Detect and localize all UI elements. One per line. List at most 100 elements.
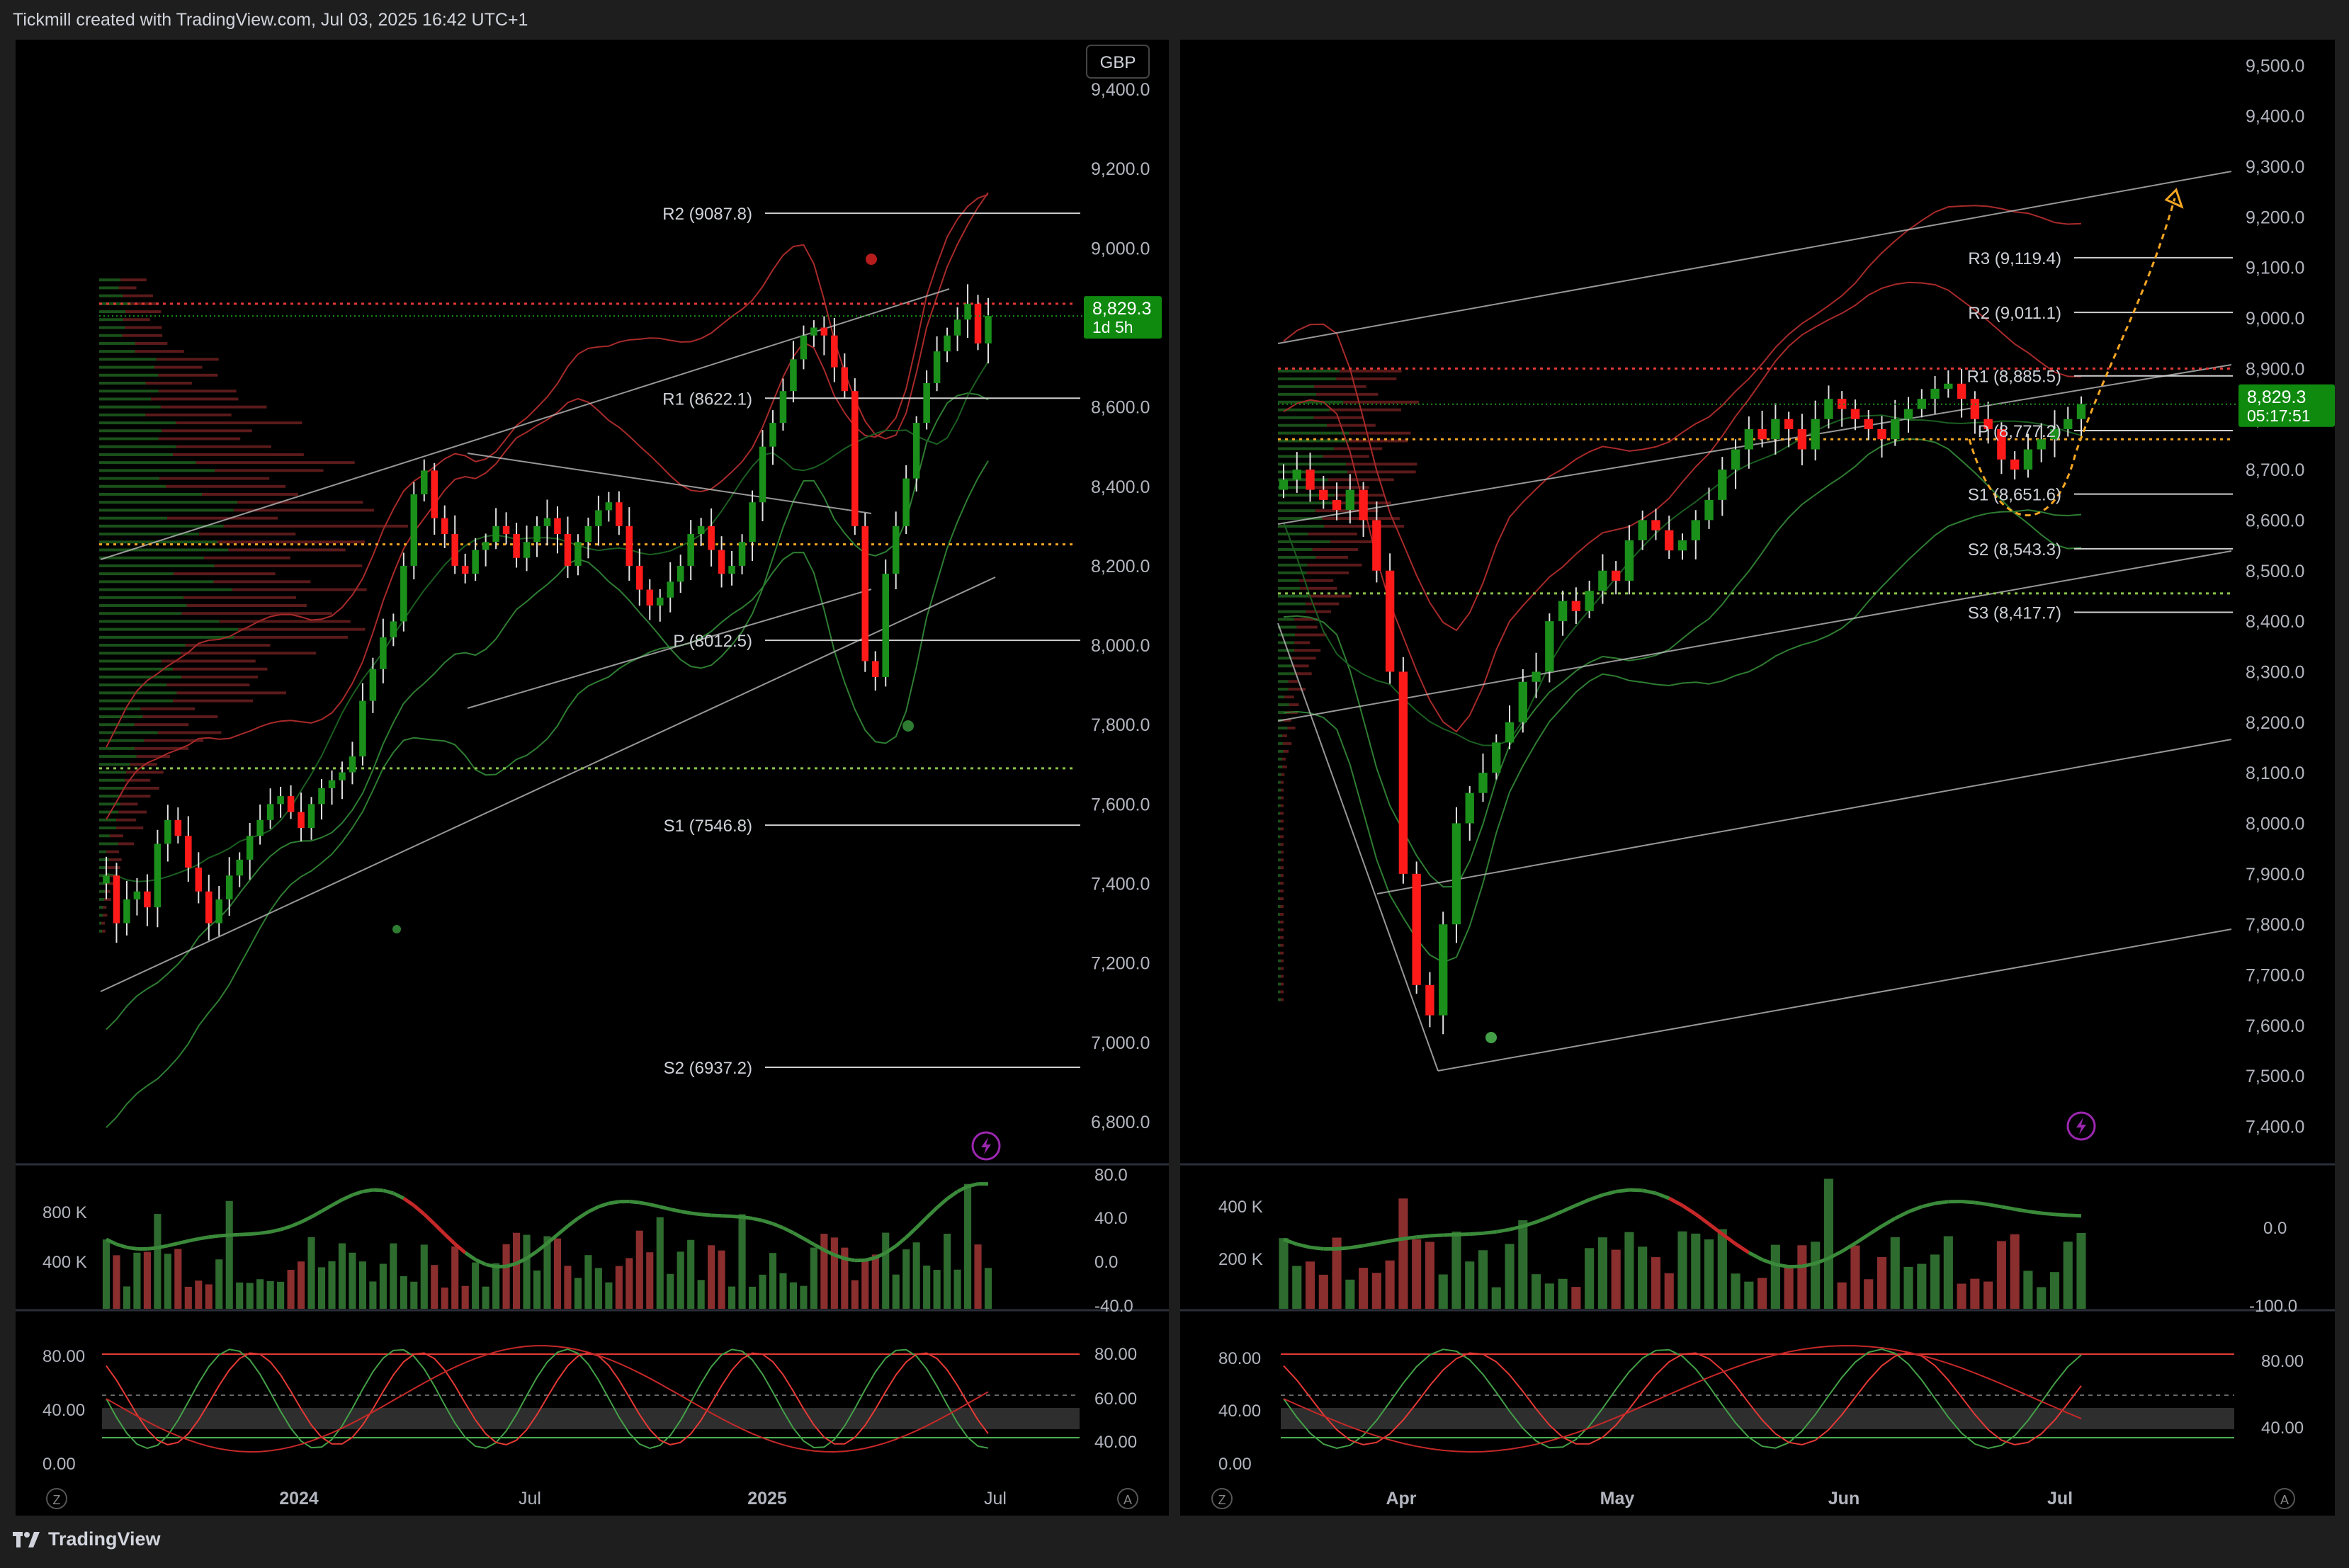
- volume-bar-up[interactable]: [1691, 1233, 1701, 1309]
- volume-bar-down[interactable]: [1611, 1249, 1621, 1309]
- volume-bar-up[interactable]: [1890, 1237, 1900, 1309]
- volume-bar-up[interactable]: [759, 1274, 766, 1309]
- volume-bar-up[interactable]: [1770, 1244, 1780, 1309]
- volume-bar-up[interactable]: [1943, 1236, 1953, 1309]
- candle-up[interactable]: [123, 899, 130, 924]
- volume-bar-down[interactable]: [184, 1286, 192, 1309]
- candle-down[interactable]: [1877, 428, 1886, 440]
- volume-bar-up[interactable]: [687, 1239, 695, 1309]
- volume-bar-up[interactable]: [533, 1270, 541, 1309]
- candle-up[interactable]: [421, 470, 428, 494]
- candle-down[interactable]: [851, 391, 859, 526]
- volume-bar-down[interactable]: [1412, 1239, 1422, 1309]
- candle-down[interactable]: [1306, 470, 1315, 490]
- volume-bar-down[interactable]: [1970, 1278, 1980, 1309]
- volume-bar-up[interactable]: [2049, 1272, 2060, 1309]
- volume-bar-down[interactable]: [195, 1280, 203, 1309]
- candle-down[interactable]: [441, 518, 448, 535]
- volume-bar-up[interactable]: [215, 1259, 223, 1309]
- volume-bar-down[interactable]: [174, 1249, 182, 1309]
- candle-down[interactable]: [461, 565, 469, 574]
- volume-bar-up[interactable]: [882, 1232, 890, 1309]
- candle-down[interactable]: [708, 525, 715, 550]
- volume-bar-down[interactable]: [1837, 1282, 1847, 1309]
- candle-up[interactable]: [2023, 449, 2033, 470]
- volume-bar-up[interactable]: [369, 1281, 377, 1309]
- candle-up[interactable]: [1677, 540, 1687, 551]
- candle-down[interactable]: [1757, 428, 1767, 440]
- volume-bar-down[interactable]: [1664, 1273, 1674, 1309]
- volume-bar-down[interactable]: [820, 1234, 828, 1309]
- volume-bar-up[interactable]: [410, 1281, 418, 1309]
- volume-bar-up[interactable]: [769, 1253, 777, 1309]
- volume-bar-up[interactable]: [338, 1243, 346, 1309]
- volume-bar-down[interactable]: [513, 1232, 521, 1309]
- candle-up[interactable]: [779, 391, 787, 424]
- volume-bar-up[interactable]: [2023, 1271, 2033, 1309]
- candle-up[interactable]: [677, 565, 684, 582]
- candle-up[interactable]: [328, 780, 336, 788]
- candle-down[interactable]: [1372, 520, 1381, 571]
- candle-down[interactable]: [841, 367, 849, 392]
- volume-bar-down[interactable]: [441, 1287, 448, 1309]
- candle-down[interactable]: [861, 525, 869, 661]
- candle-up[interactable]: [154, 843, 162, 908]
- volume-bar-up[interactable]: [1491, 1287, 1501, 1309]
- candle-up[interactable]: [1545, 621, 1554, 672]
- volume-bar-down[interactable]: [1864, 1279, 1874, 1309]
- candle-up[interactable]: [1903, 409, 1913, 419]
- candle-up[interactable]: [256, 819, 264, 836]
- candle-down[interactable]: [1784, 419, 1794, 429]
- volume-bar-down[interactable]: [564, 1266, 572, 1309]
- candle-up[interactable]: [1704, 499, 1714, 521]
- candle-up[interactable]: [1811, 419, 1820, 450]
- volume-bar-up[interactable]: [1744, 1281, 1754, 1309]
- volume-bar-down[interactable]: [861, 1259, 869, 1309]
- volume-bar-down[interactable]: [1850, 1245, 1860, 1309]
- tradingview-logo[interactable]: TradingView: [13, 1528, 161, 1550]
- candle-down[interactable]: [1970, 399, 1980, 419]
- candle-up[interactable]: [656, 597, 664, 606]
- candle-up[interactable]: [266, 804, 274, 820]
- volume-bar-up[interactable]: [266, 1280, 274, 1309]
- volume-bar-up[interactable]: [328, 1261, 336, 1309]
- candle-down[interactable]: [298, 812, 305, 828]
- candle-up[interactable]: [667, 581, 674, 598]
- candle-up[interactable]: [923, 383, 930, 424]
- candle-up[interactable]: [103, 875, 110, 884]
- volume-bar-up[interactable]: [1531, 1274, 1541, 1309]
- candle-down[interactable]: [431, 470, 438, 518]
- volume-bar-up[interactable]: [400, 1276, 407, 1309]
- candle-down[interactable]: [820, 327, 828, 336]
- candle-down[interactable]: [195, 868, 203, 892]
- candle-down[interactable]: [1398, 671, 1408, 874]
- volume-bar-down[interactable]: [718, 1250, 725, 1309]
- candle-up[interactable]: [697, 525, 705, 535]
- volume-bar-down[interactable]: [1425, 1242, 1435, 1309]
- volume-bar-down[interactable]: [646, 1252, 654, 1309]
- volume-bar-down[interactable]: [297, 1261, 305, 1309]
- volume-bar-up[interactable]: [379, 1263, 387, 1309]
- candle-down[interactable]: [185, 836, 192, 868]
- volume-bar-up[interactable]: [492, 1263, 500, 1309]
- volume-bar-up[interactable]: [390, 1243, 397, 1309]
- candle-up[interactable]: [246, 836, 254, 860]
- candle-up[interactable]: [1731, 449, 1740, 470]
- candle-up[interactable]: [1824, 399, 1833, 419]
- candle-up[interactable]: [800, 335, 808, 360]
- candle-up[interactable]: [892, 525, 900, 574]
- volume-bar-up[interactable]: [1677, 1231, 1687, 1309]
- candle-down[interactable]: [205, 891, 213, 924]
- volume-bar-up[interactable]: [164, 1254, 171, 1309]
- volume-bar-down[interactable]: [1996, 1241, 2006, 1309]
- candle-up[interactable]: [1505, 722, 1515, 743]
- candle-down[interactable]: [513, 534, 520, 558]
- candle-down[interactable]: [287, 796, 295, 812]
- candle-down[interactable]: [1651, 520, 1660, 530]
- volume-bar-down[interactable]: [1571, 1287, 1581, 1309]
- volume-bar-down[interactable]: [1359, 1268, 1369, 1309]
- volume-bar-up[interactable]: [1811, 1242, 1821, 1309]
- volume-bar-down[interactable]: [1398, 1198, 1408, 1309]
- volume-bar-up[interactable]: [1478, 1250, 1488, 1309]
- candle-down[interactable]: [1319, 489, 1328, 500]
